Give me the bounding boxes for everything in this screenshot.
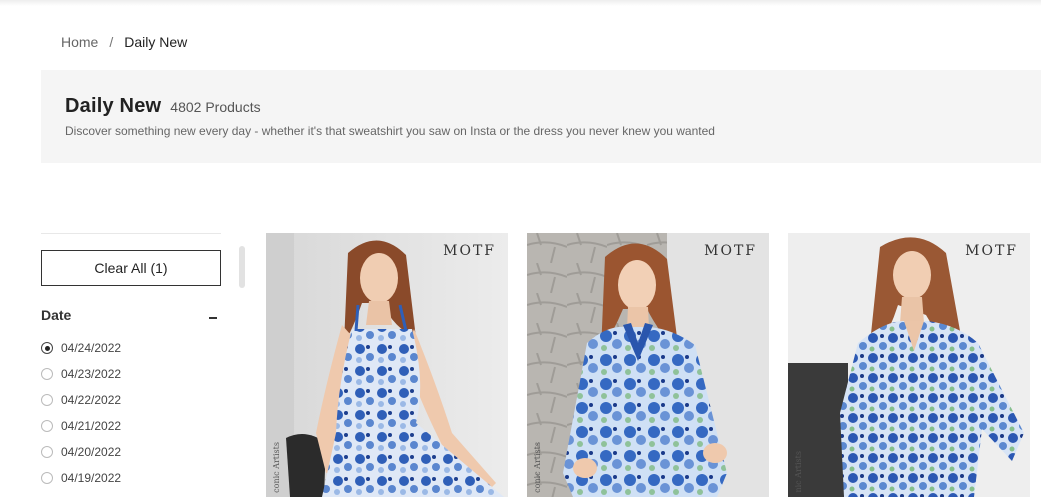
page-title: Daily New	[65, 95, 162, 117]
brand-logo: MOTF	[443, 243, 496, 259]
sidebar-divider	[41, 233, 221, 234]
breadcrumb-separator: /	[109, 34, 114, 50]
product-card[interactable]: MOTF conic Artists	[527, 233, 769, 497]
product-side-text: conic Artists	[272, 442, 281, 493]
header-shadow	[0, 0, 1041, 6]
radio-icon[interactable]	[41, 420, 53, 432]
product-image[interactable]	[266, 233, 508, 497]
product-side-text: conic Artists	[533, 442, 542, 493]
brand-logo: MOTF	[704, 243, 757, 259]
clear-all-button[interactable]: Clear All (1)	[41, 250, 221, 286]
radio-selected-icon[interactable]	[41, 342, 53, 354]
date-option-label: 04/22/2022	[61, 393, 122, 407]
category-description: Discover something new every day - wheth…	[65, 124, 715, 138]
date-option[interactable]: 04/24/2022	[41, 338, 221, 358]
product-image[interactable]	[788, 233, 1030, 497]
date-option-label: 04/20/2022	[61, 445, 122, 459]
category-banner: Daily New 4802 Products Discover somethi…	[41, 70, 1041, 163]
radio-icon[interactable]	[41, 368, 53, 380]
category-title-row: Daily New 4802 Products	[65, 95, 261, 118]
product-image[interactable]	[527, 233, 769, 497]
date-option-label: 04/24/2022	[61, 341, 122, 355]
date-option[interactable]: 04/22/2022	[41, 390, 221, 410]
minus-icon[interactable]	[209, 317, 217, 319]
radio-icon[interactable]	[41, 394, 53, 406]
breadcrumb: Home / Daily New	[61, 34, 187, 50]
filter-scrollbar[interactable]	[239, 246, 245, 288]
date-option[interactable]: 04/19/2022	[41, 468, 221, 488]
date-option[interactable]: 04/21/2022	[41, 416, 221, 436]
breadcrumb-current: Daily New	[124, 34, 188, 50]
product-count: 4802 Products	[170, 99, 261, 115]
date-option[interactable]: 04/20/2022	[41, 442, 221, 462]
product-card[interactable]: MOTF nic Artists	[788, 233, 1030, 497]
date-filter-label: Date	[41, 307, 72, 323]
radio-icon[interactable]	[41, 472, 53, 484]
product-side-text: nic Artists	[794, 451, 803, 493]
breadcrumb-home-link[interactable]: Home	[61, 34, 98, 50]
date-option-label: 04/21/2022	[61, 419, 122, 433]
date-option-label: 04/23/2022	[61, 367, 122, 381]
brand-logo: MOTF	[965, 243, 1018, 259]
product-card[interactable]: MOTF conic Artists	[266, 233, 508, 497]
radio-icon[interactable]	[41, 446, 53, 458]
date-option-label: 04/19/2022	[61, 471, 122, 485]
date-option[interactable]: 04/23/2022	[41, 364, 221, 384]
date-filter-header[interactable]: Date	[41, 306, 221, 326]
